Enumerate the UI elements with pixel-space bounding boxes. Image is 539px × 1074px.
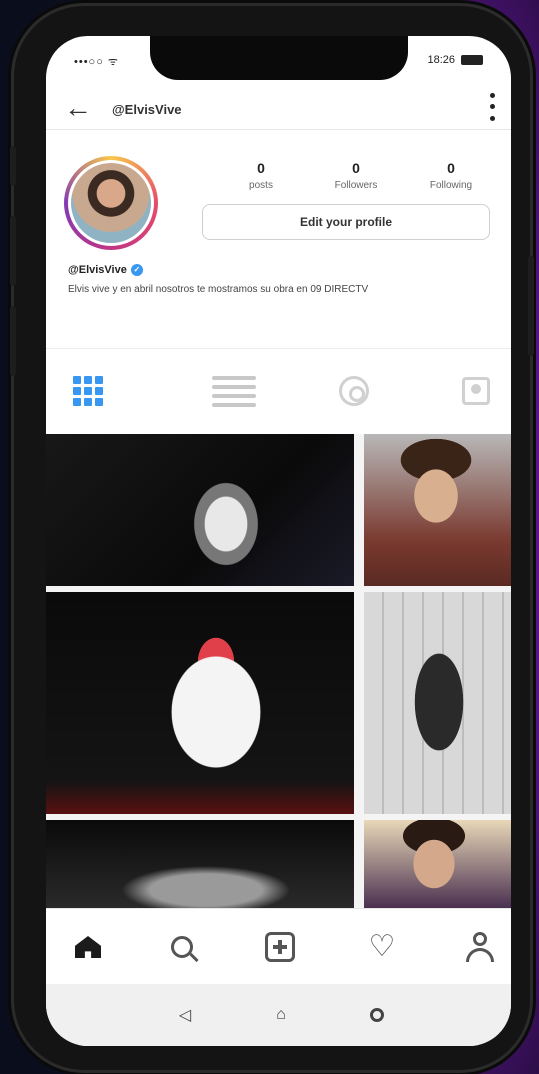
stat-count: 0 bbox=[447, 160, 455, 176]
notch bbox=[150, 36, 408, 80]
tab-tagged[interactable] bbox=[456, 371, 496, 411]
heart-icon: ♡ bbox=[368, 930, 396, 963]
nav-add[interactable] bbox=[260, 927, 300, 967]
profile-bio: Elvis vive y en abril nosotros te mostra… bbox=[68, 284, 369, 295]
system-recents-icon[interactable] bbox=[362, 1000, 392, 1030]
list-icon bbox=[212, 375, 256, 407]
profile-tabs bbox=[46, 348, 511, 434]
stat-following[interactable]: 0 Following bbox=[406, 160, 496, 191]
photo-tile[interactable] bbox=[364, 820, 511, 908]
grid-icon bbox=[73, 376, 103, 406]
stat-count: 0 bbox=[257, 160, 265, 176]
volume-down-button bbox=[10, 306, 16, 376]
tagged-icon bbox=[462, 377, 490, 405]
photo-grid bbox=[46, 434, 511, 908]
verified-badge-icon: ✓ bbox=[130, 264, 143, 276]
photo-tile[interactable] bbox=[364, 592, 511, 814]
clock: 18:26 bbox=[427, 54, 455, 66]
stat-posts[interactable]: 0 posts bbox=[216, 160, 306, 191]
tab-reels[interactable] bbox=[334, 371, 374, 411]
system-back-icon[interactable]: ◁ bbox=[170, 1000, 200, 1030]
photo-tile[interactable] bbox=[364, 434, 511, 586]
add-post-icon bbox=[265, 932, 295, 962]
photo-tile[interactable] bbox=[46, 820, 354, 908]
nav-home[interactable] bbox=[68, 927, 108, 967]
volume-up-button bbox=[10, 216, 16, 286]
search-icon bbox=[171, 936, 193, 958]
phone-screen: •••○○ ᯤ 18:26 ← @ElvisVive 0 posts 0 Fol… bbox=[46, 36, 511, 1046]
profile-username: @ElvisVive ✓ bbox=[68, 264, 143, 276]
power-button bbox=[528, 256, 534, 356]
battery-icon bbox=[461, 55, 483, 65]
avatar[interactable] bbox=[64, 156, 158, 250]
back-arrow-icon[interactable]: ← bbox=[64, 92, 92, 124]
stat-followers[interactable]: 0 Followers bbox=[311, 160, 401, 191]
profile-section: 0 posts 0 Followers 0 Following Edit you… bbox=[46, 132, 511, 348]
silent-switch bbox=[10, 146, 16, 186]
edit-profile-button[interactable]: Edit your profile bbox=[202, 204, 490, 240]
stat-label: Following bbox=[429, 180, 473, 191]
photo-tile[interactable] bbox=[46, 434, 354, 586]
stat-label: Followers bbox=[334, 180, 378, 191]
photo-tile[interactable] bbox=[46, 592, 354, 814]
profile-header: ← @ElvisVive bbox=[46, 84, 511, 130]
signal-indicator: •••○○ ᯤ bbox=[74, 56, 119, 68]
nav-profile[interactable] bbox=[460, 927, 500, 967]
avatar-photo bbox=[71, 163, 151, 243]
stat-label: posts bbox=[249, 180, 273, 191]
profile-icon bbox=[466, 932, 494, 962]
profile-stats: 0 posts 0 Followers 0 Following bbox=[216, 160, 496, 191]
tab-grid[interactable] bbox=[68, 371, 108, 411]
header-handle: @ElvisVive bbox=[112, 102, 182, 117]
system-navigation-bar: ◁ ⌂ bbox=[46, 984, 511, 1046]
tab-list[interactable] bbox=[204, 371, 264, 411]
stat-count: 0 bbox=[352, 160, 360, 176]
username-text: @ElvisVive bbox=[68, 264, 127, 276]
nav-activity[interactable]: ♡ bbox=[362, 927, 402, 967]
reels-icon bbox=[339, 376, 369, 406]
home-icon bbox=[75, 936, 101, 958]
kebab-menu-icon[interactable] bbox=[487, 90, 497, 124]
system-home-icon[interactable]: ⌂ bbox=[266, 1000, 296, 1030]
bottom-navigation: ♡ bbox=[46, 908, 511, 984]
nav-search[interactable] bbox=[162, 927, 202, 967]
